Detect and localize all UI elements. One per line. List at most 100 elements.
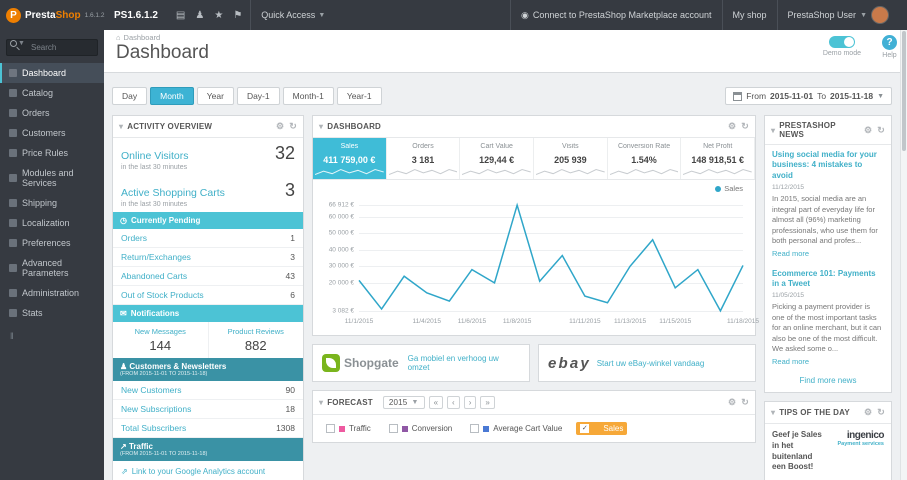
panel-caret-icon[interactable]: ▾: [119, 122, 123, 131]
pending-row-link[interactable]: Abandoned Carts: [121, 271, 187, 281]
range-button[interactable]: Day: [112, 87, 148, 105]
shopgate-promo[interactable]: Shopgate Ga mobiel en verhoog uw omzet: [312, 344, 530, 382]
kpi-tile[interactable]: Net Profit 148 918,51 €: [681, 138, 756, 179]
online-visitors-link[interactable]: Online Visitors: [121, 150, 189, 162]
kpi-tile[interactable]: Conversion Rate 1.54%: [608, 138, 682, 179]
sidebar-item[interactable]: Orders: [0, 103, 104, 123]
sidebar-item[interactable]: Customers: [0, 123, 104, 143]
date-range-picker[interactable]: From 2015-11-01 To 2015-11-18 ▼: [725, 87, 892, 105]
ebay-promo[interactable]: e b a y Start uw eBay-winkel vandaag: [538, 344, 756, 382]
customers-row-link[interactable]: New Subscriptions: [121, 404, 191, 414]
read-more-link[interactable]: Read more: [772, 357, 884, 366]
help-label: Help: [882, 52, 897, 59]
refresh-icon[interactable]: ↻: [289, 121, 297, 132]
refresh-icon[interactable]: ↻: [741, 397, 749, 408]
sidebar-item[interactable]: Advanced Parameters: [0, 253, 104, 283]
find-more-news-link[interactable]: Find more news: [765, 372, 891, 392]
topbar-icons: ▤ ♟ ★ ⚑: [168, 10, 250, 21]
range-button[interactable]: Year-1: [336, 87, 382, 105]
active-carts-link[interactable]: Active Shopping Carts: [121, 187, 225, 199]
gear-icon[interactable]: ⚙: [864, 407, 872, 418]
gear-icon[interactable]: ⚙: [728, 121, 736, 132]
forecast-nav-arrow[interactable]: »: [480, 396, 495, 409]
forecast-legend-item[interactable]: ✓ Sales: [576, 422, 628, 435]
scrollbar-thumb[interactable]: [902, 31, 906, 151]
sidebar-collapse-button[interactable]: ‖: [0, 323, 104, 349]
forecast-legend-item[interactable]: Conversion: [385, 422, 456, 435]
customers-row-link[interactable]: New Customers: [121, 385, 181, 395]
prestashop-logo[interactable]: P PrestaShop 1.6.1.2: [0, 7, 104, 23]
shop-icon[interactable]: ▤: [176, 10, 185, 21]
kpi-tile[interactable]: Cart Value 129,44 €: [460, 138, 535, 179]
flag-icon[interactable]: ⚑: [233, 10, 242, 21]
sidebar-item[interactable]: Localization: [0, 213, 104, 233]
breadcrumb[interactable]: ⌂ Dashboard: [116, 33, 895, 42]
google-analytics-link[interactable]: ⇗ Link to your Google Analytics account: [113, 461, 303, 480]
ebay-link[interactable]: Start uw eBay-winkel vandaag: [597, 359, 705, 368]
sidebar-item[interactable]: Catalog: [0, 83, 104, 103]
sidebar-item[interactable]: Stats: [0, 303, 104, 323]
forecast-nav-arrow[interactable]: ‹: [447, 396, 460, 409]
help-icon[interactable]: ?: [882, 35, 897, 50]
sidebar-item[interactable]: Modules and Services: [0, 163, 104, 193]
marketplace-link[interactable]: ◉ Connect to PrestaShop Marketplace acco…: [510, 0, 721, 30]
gear-icon[interactable]: ⚙: [276, 121, 284, 132]
news-article-title[interactable]: Using social media for your business: 4 …: [772, 150, 884, 181]
search-icon[interactable]: ▼: [10, 40, 25, 47]
sidebar-item[interactable]: Shipping: [0, 193, 104, 213]
forecast-legend-item[interactable]: Average Cart Value: [466, 422, 566, 435]
range-button[interactable]: Day-1: [236, 87, 280, 105]
forecast-nav-arrow[interactable]: ›: [463, 396, 477, 409]
my-shop-link[interactable]: My shop: [721, 0, 777, 30]
clock-icon: ◷: [120, 216, 127, 225]
gear-icon[interactable]: ⚙: [864, 125, 872, 136]
pending-row-link[interactable]: Orders: [121, 233, 147, 243]
range-button[interactable]: Month-1: [282, 87, 334, 105]
panel-caret-icon[interactable]: ▾: [319, 122, 323, 131]
checkbox[interactable]: [470, 424, 480, 433]
forecast-nav-arrow[interactable]: «: [428, 396, 444, 409]
avatar[interactable]: [871, 6, 889, 24]
notification-item[interactable]: Product Reviews 882: [207, 322, 304, 358]
user-menu[interactable]: PrestaShop User ▼: [776, 0, 907, 30]
customers-row-link[interactable]: Total Subscribers: [121, 423, 186, 433]
shopgate-link[interactable]: Ga mobiel en verhoog uw omzet: [408, 354, 520, 372]
favorites-icon[interactable]: ★: [214, 10, 223, 21]
news-article-title[interactable]: Ecommerce 101: Payments in a Tweet: [772, 269, 884, 290]
year-select[interactable]: 2015 ▼: [382, 396, 425, 409]
panel-caret-icon[interactable]: ▾: [771, 408, 775, 417]
chart-plot-area[interactable]: 3 082 € 20 000 € 30 000 € 40 000 € 50 000 € 6…: [329, 200, 743, 316]
notification-item[interactable]: New Messages 144: [113, 322, 208, 358]
demo-mode-toggle[interactable]: [828, 36, 855, 48]
gear-icon[interactable]: ⚙: [728, 397, 736, 408]
kpi-tile[interactable]: Orders 3 181: [387, 138, 461, 179]
sidebar-item[interactable]: Price Rules: [0, 143, 104, 163]
vertical-scrollbar[interactable]: [900, 30, 907, 480]
checkbox[interactable]: [326, 424, 335, 433]
read-more-link[interactable]: Read more: [772, 249, 884, 258]
tips-headline: Geef je Sales in het buitenland een Boos…: [772, 429, 822, 472]
range-buttons: Day Month Year Day-1 Month-1 Year-1: [112, 87, 382, 105]
refresh-icon[interactable]: ↻: [877, 407, 885, 418]
chart-legend[interactable]: Sales: [715, 184, 743, 193]
quick-access-menu[interactable]: Quick Access ▼: [250, 0, 335, 30]
forecast-legend-item[interactable]: Traffic: [322, 422, 375, 435]
pending-row-link[interactable]: Return/Exchanges: [121, 252, 191, 262]
sidebar-item[interactable]: Dashboard: [0, 63, 104, 83]
checkbox[interactable]: ✓: [580, 424, 590, 433]
range-button[interactable]: Month: [150, 87, 194, 105]
panel-caret-icon[interactable]: ▾: [319, 398, 323, 407]
profile-icon[interactable]: ♟: [195, 10, 204, 21]
refresh-icon[interactable]: ↻: [877, 125, 885, 136]
menu-item-icon: [9, 149, 17, 157]
sidebar-item[interactable]: Administration: [0, 283, 104, 303]
panel-caret-icon[interactable]: ▾: [771, 126, 775, 135]
checkbox[interactable]: [388, 424, 398, 433]
range-button[interactable]: Year: [196, 87, 234, 105]
shop-name-link[interactable]: PS1.6.1.2: [104, 10, 168, 21]
sidebar-item[interactable]: Preferences: [0, 233, 104, 253]
kpi-tile[interactable]: Sales 411 759,00 €: [313, 138, 387, 179]
kpi-tile[interactable]: Visits 205 939: [534, 138, 608, 179]
refresh-icon[interactable]: ↻: [741, 121, 749, 132]
pending-row-link[interactable]: Out of Stock Products: [121, 290, 204, 300]
